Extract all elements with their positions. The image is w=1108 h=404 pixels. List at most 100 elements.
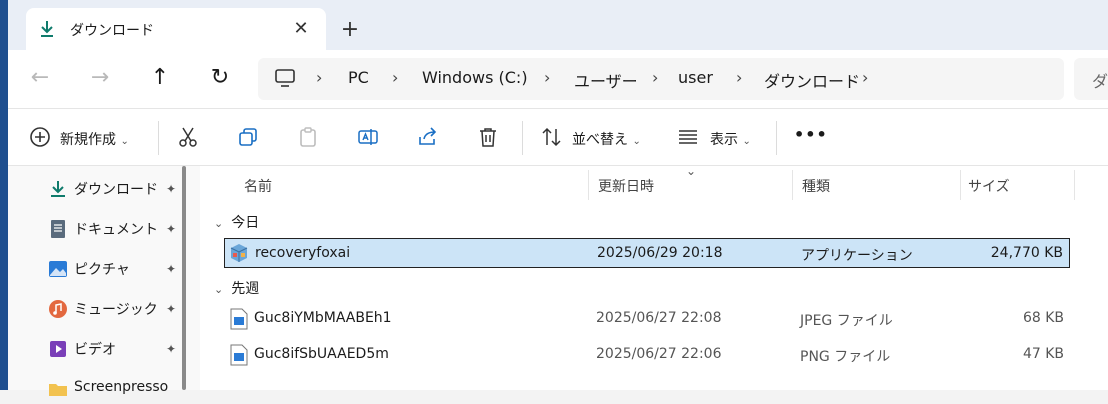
group-header-last-week[interactable]: ⌄ 先週 (214, 278, 259, 298)
sidebar-item-videos[interactable]: ビデオ ✦ (48, 334, 198, 364)
group-header-today[interactable]: ⌄ 今日 (214, 212, 259, 232)
sidebar-item-screenpresso[interactable]: Screenpresso (48, 374, 198, 404)
file-type: PNG ファイル (800, 349, 891, 365)
file-list: 名前 ⌄ 更新日時 種類 サイズ ⌄ 今日 recoveryfoxai 2025/… (200, 164, 1108, 390)
column-header-name[interactable]: 名前 (244, 176, 272, 196)
group-label: 今日 (231, 215, 260, 231)
sidebar-item-pictures[interactable]: ピクチャ ✦ (48, 254, 198, 284)
copy-icon[interactable] (236, 125, 260, 149)
sidebar-item-music[interactable]: ミュージック ✦ (48, 294, 198, 324)
sidebar-scrollbar[interactable] (182, 166, 186, 390)
column-header-type[interactable]: 種類 (802, 176, 830, 196)
file-name: Guc8ifSbUAAED5m (254, 346, 389, 362)
new-button[interactable]: 新規作成 ⌄ (60, 129, 129, 149)
file-date: 2025/06/27 22:06 (596, 346, 722, 362)
sort-icon (542, 127, 561, 147)
sidebar-item-documents[interactable]: ドキュメント ✦ (48, 214, 198, 244)
breadcrumb-separator: › (652, 68, 659, 87)
sort-button-label: 並べ替え (572, 132, 628, 148)
pin-icon: ✦ (166, 262, 177, 276)
file-type: アプリケーション (801, 248, 913, 264)
sidebar-item-label: Screenpresso (74, 379, 169, 395)
toolbar-divider (776, 121, 777, 155)
breadcrumb-user[interactable]: user (678, 68, 713, 87)
download-icon (51, 181, 65, 197)
sidebar-item-label: ビデオ (74, 342, 116, 358)
file-size: 47 KB (1022, 346, 1064, 362)
forward-button[interactable]: → (82, 61, 118, 97)
column-divider (1074, 170, 1075, 200)
file-name: recoveryfoxai (255, 245, 351, 261)
sidebar-item-label: ピクチャ (74, 262, 130, 278)
chevron-down-icon: ⌄ (686, 164, 697, 178)
rename-icon[interactable] (356, 125, 380, 149)
breadcrumb-pc[interactable]: PC (348, 68, 369, 87)
refresh-button[interactable]: ↻ (202, 61, 238, 97)
file-size: 24,770 KB (990, 245, 1063, 261)
video-icon (50, 341, 66, 357)
column-divider (960, 170, 961, 200)
file-date: 2025/06/27 22:08 (596, 310, 722, 326)
new-button-label: 新規作成 (60, 132, 116, 148)
view-button-label: 表示 (710, 132, 738, 148)
tab-downloads[interactable]: ダウンロード ✕ (26, 8, 326, 50)
download-icon (41, 21, 53, 37)
tab-title: ダウンロード (70, 23, 154, 39)
address-bar[interactable]: › PC › Windows (C:) › ユーザー › user › ダウンロ… (258, 58, 1064, 100)
chevron-down-icon: ⌄ (214, 217, 224, 230)
paste-icon[interactable] (296, 125, 320, 149)
file-row-recoveryfoxai[interactable]: recoveryfoxai 2025/06/29 20:18 アプリケーション … (224, 238, 1070, 268)
chevron-down-icon: ⌄ (120, 136, 129, 147)
file-size: 68 KB (1022, 310, 1064, 326)
sidebar-item-downloads[interactable]: ダウンロード ✦ (48, 174, 198, 204)
up-button[interactable]: ↑ (142, 61, 178, 97)
toolbar-divider (158, 121, 159, 155)
column-divider (588, 170, 589, 200)
navigation-pane: ダウンロード ✦ ドキュメント ✦ ピクチャ ✦ ミュージック ✦ ビデオ ✦ … (8, 166, 200, 396)
pin-icon: ✦ (166, 342, 177, 356)
navigation-bar: ← → ↑ ↻ › PC › Windows (C:) › ユーザー › use… (8, 50, 1108, 108)
pin-icon: ✦ (166, 182, 177, 196)
chevron-down-icon: ⌄ (214, 283, 224, 296)
pictures-icon (49, 261, 67, 277)
search-input[interactable]: ダ (1074, 58, 1108, 100)
application-icon (230, 244, 248, 262)
breadcrumb-separator: › (316, 68, 323, 87)
breadcrumb-separator: › (736, 68, 743, 87)
more-options-button[interactable]: ••• (794, 125, 828, 144)
file-row-png[interactable]: Guc8ifSbUAAED5m 2025/06/27 22:06 PNG ファイ… (224, 340, 1070, 370)
toolbar-divider (522, 121, 523, 155)
pin-icon: ✦ (166, 302, 177, 316)
column-header-date[interactable]: 更新日時 (598, 176, 654, 196)
breadcrumb-separator: › (544, 68, 551, 87)
music-icon (49, 300, 67, 318)
cut-icon[interactable] (176, 125, 200, 149)
back-button[interactable]: ← (22, 61, 58, 97)
breadcrumb-drive[interactable]: Windows (C:) (422, 68, 528, 87)
chevron-down-icon: ⌄ (632, 136, 641, 147)
sidebar-item-label: ミュージック (74, 302, 158, 318)
chevron-down-icon: ⌄ (742, 136, 751, 147)
share-icon[interactable] (416, 125, 440, 149)
new-tab-button[interactable]: + (336, 16, 364, 44)
pin-icon: ✦ (166, 222, 177, 236)
file-row-jpeg[interactable]: Guc8iYMbMAABEh1 2025/06/27 22:08 JPEG ファ… (224, 304, 1070, 334)
breadcrumb-users[interactable]: ユーザー (574, 68, 638, 92)
folder-icon (49, 384, 67, 396)
group-label: 先週 (231, 281, 260, 297)
sidebar-item-label: ドキュメント (74, 222, 158, 238)
file-name: Guc8iYMbMAABEh1 (254, 310, 392, 326)
sort-button[interactable]: 並べ替え ⌄ (572, 129, 641, 149)
column-header-size[interactable]: サイズ (968, 176, 1010, 196)
plus-circle-icon (30, 127, 50, 147)
delete-icon[interactable] (476, 125, 500, 149)
pc-icon (275, 69, 295, 87)
breadcrumb-downloads[interactable]: ダウンロード (764, 68, 860, 92)
close-icon[interactable]: ✕ (288, 16, 314, 42)
search-placeholder: ダ (1092, 72, 1108, 91)
document-icon (51, 220, 65, 238)
sidebar-item-label: ダウンロード (74, 182, 158, 198)
view-button[interactable]: 表示 ⌄ (710, 129, 751, 149)
tab-bar: ダウンロード ✕ + (8, 0, 1108, 50)
breadcrumb-separator[interactable]: › (862, 68, 868, 87)
